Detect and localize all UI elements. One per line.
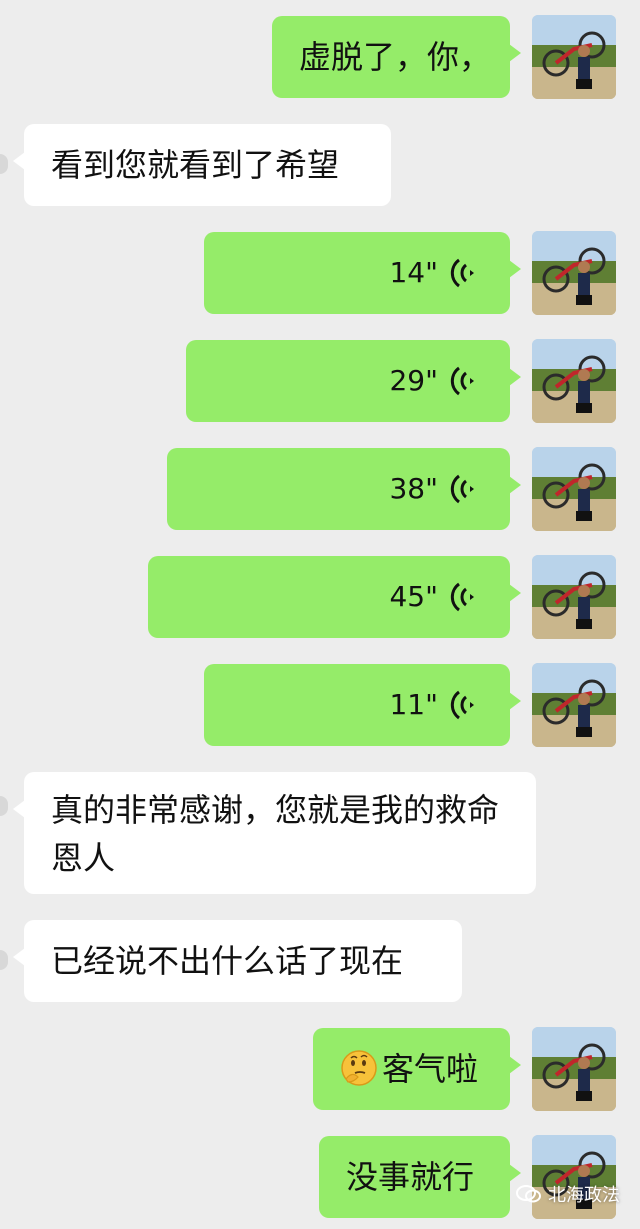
sent-voice-bubble[interactable]: 14" — [204, 232, 521, 314]
avatar[interactable] — [532, 663, 616, 747]
cyclist-avatar-image — [532, 447, 616, 531]
voice-duration: 29" — [389, 364, 438, 397]
cyclist-avatar-image — [532, 231, 616, 315]
sent-text-bubble[interactable]: 客气啦 — [313, 1028, 521, 1110]
message-text: 看到您就看到了希望 — [51, 146, 340, 184]
voice-message: 11" — [389, 684, 474, 726]
cyclist-avatar-image — [532, 555, 616, 639]
voice-wave-icon — [450, 474, 474, 504]
avatar[interactable] — [532, 555, 616, 639]
voice-message: 29" — [389, 360, 474, 402]
sent-voice-bubble[interactable]: 29" — [186, 340, 521, 422]
voice-message: 38" — [389, 468, 474, 510]
message-text: 已经说不出什么话了现在 — [51, 942, 404, 980]
voice-message: 45" — [389, 576, 474, 618]
watermark: 北海政法 — [516, 1181, 620, 1207]
chat-message-list: 虚脱了，你， 看到您就看到了希望 14" 29" 38" 45" 11" 真的非… — [0, 0, 640, 1229]
cyclist-avatar-image — [532, 15, 616, 99]
received-text-bubble[interactable]: 已经说不出什么话了现在 — [13, 920, 462, 1002]
sent-text-bubble[interactable]: 没事就行 — [319, 1136, 521, 1218]
wechat-official-account-icon — [516, 1185, 541, 1203]
avatar[interactable] — [532, 1027, 616, 1111]
voice-wave-icon — [450, 582, 474, 612]
voice-duration: 38" — [389, 472, 438, 505]
message-text: 没事就行 — [346, 1158, 475, 1196]
cyclist-avatar-image — [532, 1027, 616, 1111]
thinking-face-emoji — [341, 1050, 377, 1086]
left-edge-marker — [0, 796, 8, 816]
avatar[interactable] — [532, 15, 616, 99]
cyclist-avatar-image — [532, 663, 616, 747]
sent-voice-bubble[interactable]: 45" — [148, 556, 521, 638]
voice-duration: 11" — [389, 688, 438, 721]
sent-voice-bubble[interactable]: 11" — [204, 664, 521, 746]
voice-message: 14" — [389, 252, 474, 294]
message-content: 客气啦 — [340, 1046, 478, 1092]
received-text-bubble[interactable]: 真的非常感谢，您就是我的救命恩人 — [13, 772, 536, 894]
avatar[interactable] — [532, 231, 616, 315]
avatar[interactable] — [532, 339, 616, 423]
voice-wave-icon — [450, 690, 474, 720]
cyclist-avatar-image — [532, 339, 616, 423]
sent-text-bubble[interactable]: 虚脱了，你， — [272, 16, 521, 98]
watermark-text: 北海政法 — [548, 1185, 620, 1206]
left-edge-marker — [0, 154, 8, 174]
message-text: 客气啦 — [382, 1050, 479, 1088]
left-edge-marker — [0, 950, 8, 970]
voice-duration: 45" — [389, 580, 438, 613]
received-text-bubble[interactable]: 看到您就看到了希望 — [13, 124, 391, 206]
message-text: 真的非常感谢，您就是我的救命恩人 — [51, 791, 500, 877]
avatar[interactable] — [532, 447, 616, 531]
message-text: 虚脱了，你， — [299, 38, 492, 76]
voice-wave-icon — [450, 366, 474, 396]
voice-duration: 14" — [389, 256, 438, 289]
voice-wave-icon — [450, 258, 474, 288]
sent-voice-bubble[interactable]: 38" — [167, 448, 521, 530]
